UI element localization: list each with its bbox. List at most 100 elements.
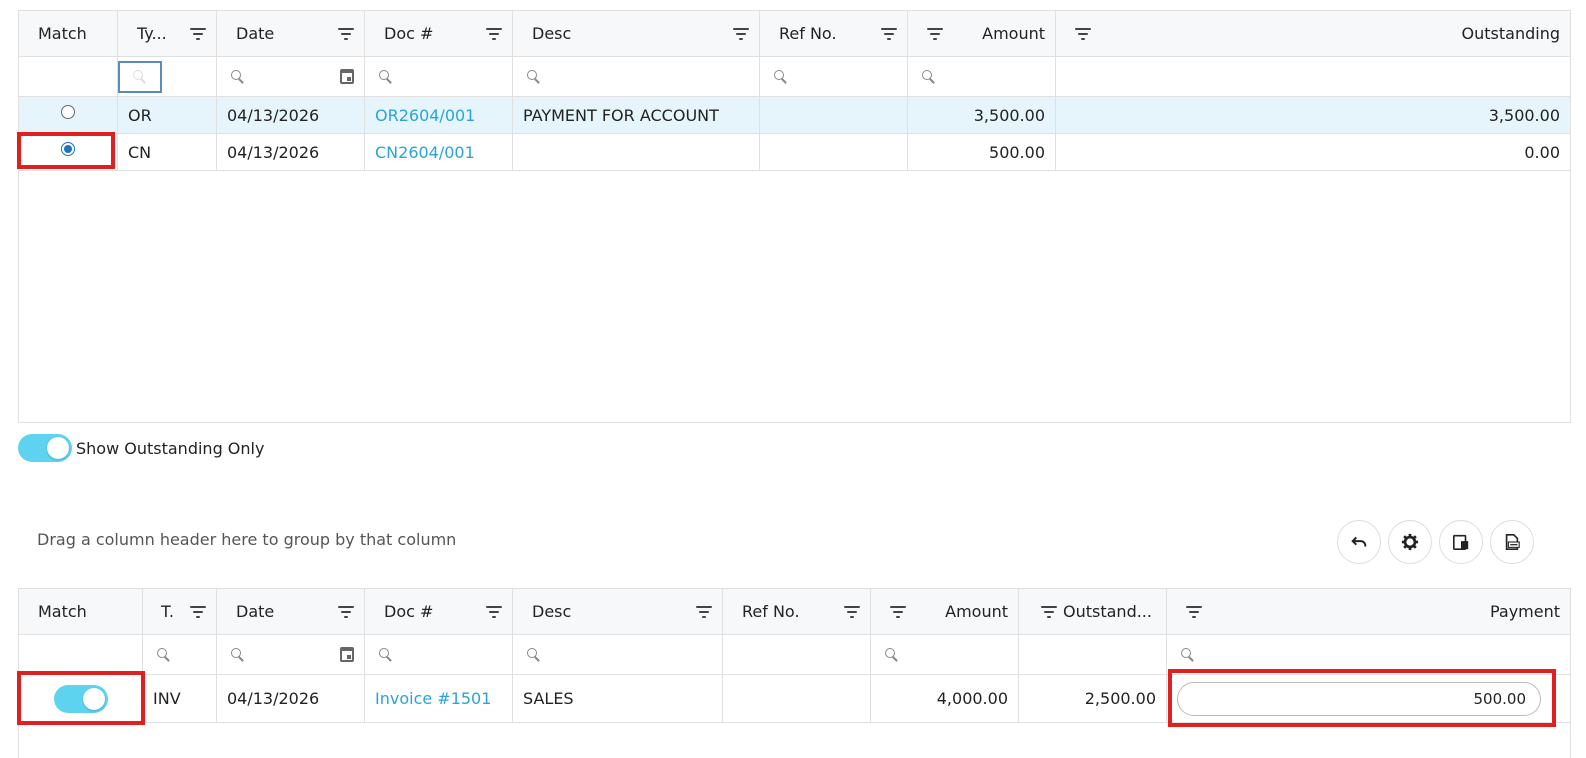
- col-header-amount[interactable]: Amount: [908, 11, 1056, 56]
- filter-icon[interactable]: [1075, 27, 1091, 40]
- export-button[interactable]: [1490, 520, 1534, 564]
- amount-cell: 500.00: [908, 134, 1056, 170]
- col-header-ref[interactable]: Ref No.: [723, 589, 871, 634]
- col-header-doc[interactable]: Doc #: [365, 589, 513, 634]
- filter-icon[interactable]: [1186, 605, 1202, 618]
- show-outstanding-label: Show Outstanding Only: [76, 438, 265, 458]
- filter-icon[interactable]: [338, 27, 354, 40]
- col-header-desc[interactable]: Desc: [513, 589, 723, 634]
- grid-header-row: Match T. Date Doc # Desc Ref No. Amount …: [19, 589, 1570, 635]
- match-radio-cell[interactable]: [19, 97, 118, 133]
- filter-cell-amount[interactable]: [908, 57, 1056, 96]
- doc-cell: OR2604/001: [365, 97, 513, 133]
- outstanding-toggle-row: Show Outstanding Only: [18, 434, 264, 462]
- filter-icon[interactable]: [190, 27, 206, 40]
- table-row[interactable]: CN 04/13/2026 CN2604/001 500.00 0.00: [19, 134, 1570, 171]
- grid-header-row: Match Ty... Date Doc # Desc Ref No. Amou…: [19, 11, 1570, 57]
- filter-icon[interactable]: [890, 605, 906, 618]
- filter-icon[interactable]: [486, 605, 502, 618]
- doc-link[interactable]: OR2604/001: [375, 106, 475, 125]
- col-header-date[interactable]: Date: [217, 589, 365, 634]
- col-header-match[interactable]: Match: [19, 11, 118, 56]
- col-header-amount[interactable]: Amount: [871, 589, 1019, 634]
- outstanding-cell: 3,500.00: [1488, 105, 1560, 125]
- col-header-type[interactable]: Ty...: [118, 11, 217, 56]
- search-icon: [379, 647, 393, 662]
- documents-grid: Match Ty... Date Doc # Desc Ref No. Amou…: [18, 10, 1571, 423]
- invoices-grid: Match T. Date Doc # Desc Ref No. Amount …: [18, 588, 1571, 758]
- calendar-icon[interactable]: [340, 647, 354, 662]
- column-chooser-button[interactable]: [1439, 520, 1483, 564]
- amount-cell: 3,500.00: [908, 97, 1056, 133]
- filter-row: [19, 635, 1570, 675]
- col-header-outstanding[interactable]: Outstanding: [1056, 11, 1570, 56]
- filter-cell-outstanding: [1056, 57, 1570, 96]
- col-header-outstanding[interactable]: Outstand...: [1019, 589, 1167, 634]
- payment-input[interactable]: 500.00: [1177, 681, 1541, 716]
- filter-row: [19, 57, 1570, 97]
- show-outstanding-toggle[interactable]: [18, 434, 72, 462]
- filter-icon[interactable]: [486, 27, 502, 40]
- date-cell: 04/13/2026: [217, 134, 365, 170]
- filter-icon[interactable]: [338, 605, 354, 618]
- col-header-type[interactable]: T.: [143, 589, 217, 634]
- group-panel-hint: Drag a column header here to group by th…: [37, 530, 457, 549]
- col-header-payment[interactable]: Payment: [1167, 589, 1570, 634]
- filter-cell-date[interactable]: [217, 635, 365, 674]
- filter-cell-amount[interactable]: [871, 635, 1019, 674]
- col-header-ref[interactable]: Ref No.: [760, 11, 908, 56]
- filter-icon[interactable]: [190, 605, 206, 618]
- filter-cell-payment[interactable]: [1167, 635, 1570, 674]
- undo-icon: [1351, 536, 1367, 547]
- amount-cell: 4,000.00: [871, 675, 1019, 722]
- col-header-date[interactable]: Date: [217, 11, 365, 56]
- column-chooser-icon: [1452, 534, 1469, 551]
- filter-icon[interactable]: [696, 605, 712, 618]
- search-icon: [1181, 647, 1195, 662]
- desc-cell: SALES: [513, 675, 723, 722]
- filter-cell-desc[interactable]: [513, 57, 760, 96]
- filter-icon[interactable]: [927, 27, 943, 40]
- col-header-desc[interactable]: Desc: [513, 11, 760, 56]
- filter-cell-match: [19, 635, 143, 674]
- desc-cell: [513, 134, 760, 170]
- outstanding-cell: 2,500.00: [1019, 675, 1167, 722]
- filter-cell-outstanding: [1019, 635, 1167, 674]
- match-radio[interactable]: [61, 142, 75, 156]
- desc-cell: PAYMENT FOR ACCOUNT: [513, 97, 760, 133]
- settings-button[interactable]: [1388, 520, 1432, 564]
- filter-cell-doc[interactable]: [365, 57, 513, 96]
- filter-icon[interactable]: [844, 605, 860, 618]
- search-icon: [922, 69, 936, 84]
- filter-icon[interactable]: [881, 27, 897, 40]
- table-row[interactable]: OR 04/13/2026 OR2604/001 PAYMENT FOR ACC…: [19, 97, 1570, 134]
- date-cell: 04/13/2026: [217, 675, 365, 722]
- search-icon: [885, 647, 899, 662]
- match-radio[interactable]: [61, 105, 75, 119]
- filter-cell-type[interactable]: [143, 635, 217, 674]
- calendar-icon[interactable]: [340, 69, 354, 84]
- doc-link[interactable]: CN2604/001: [375, 143, 475, 162]
- undo-button[interactable]: [1337, 520, 1381, 564]
- col-header-match[interactable]: Match: [19, 589, 143, 634]
- search-icon: [133, 69, 147, 84]
- table-row[interactable]: INV 04/13/2026 Invoice #1501 SALES 4,000…: [19, 675, 1570, 723]
- filter-cell-desc[interactable]: [513, 635, 723, 674]
- filter-cell-ref: [723, 635, 871, 674]
- search-icon: [157, 647, 171, 662]
- match-radio-cell[interactable]: [19, 134, 118, 170]
- search-icon: [774, 69, 788, 84]
- doc-link[interactable]: Invoice #1501: [375, 689, 491, 708]
- search-icon: [231, 647, 245, 662]
- filter-cell-ref[interactable]: [760, 57, 908, 96]
- match-toggle-cell: [19, 675, 143, 722]
- filter-cell-date[interactable]: [217, 57, 365, 96]
- filter-icon[interactable]: [1041, 605, 1057, 618]
- type-filter-input[interactable]: [118, 60, 162, 93]
- filter-cell-doc[interactable]: [365, 635, 513, 674]
- filter-cell-type[interactable]: [118, 57, 217, 96]
- filter-icon[interactable]: [733, 27, 749, 40]
- filter-cell-match: [19, 57, 118, 96]
- col-header-doc[interactable]: Doc #: [365, 11, 513, 56]
- match-toggle[interactable]: [53, 684, 108, 713]
